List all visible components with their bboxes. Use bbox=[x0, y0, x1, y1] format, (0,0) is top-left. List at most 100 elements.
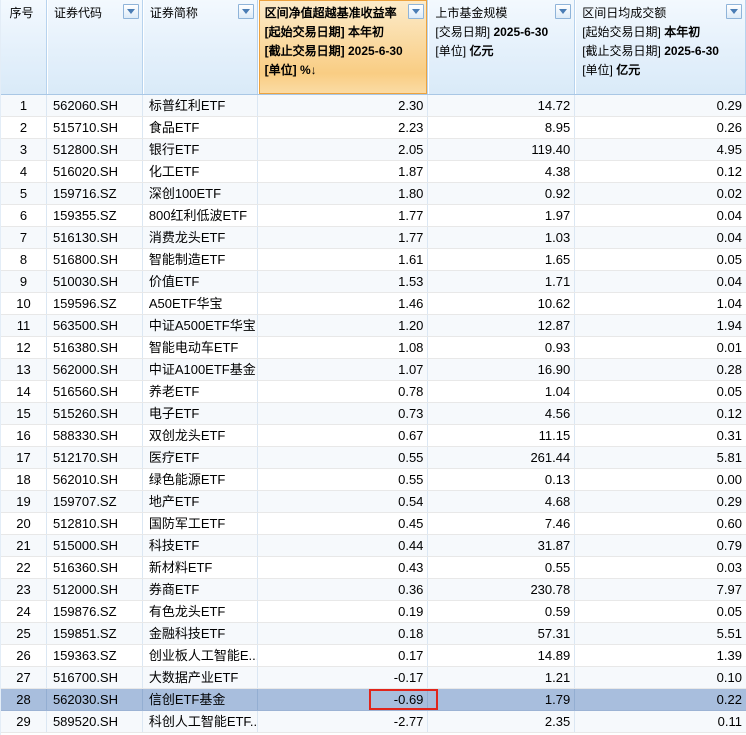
table-row[interactable]: 2515710.SH食品ETF2.238.950.26 bbox=[1, 117, 746, 139]
cell-seq: 15 bbox=[1, 403, 47, 424]
table-row[interactable]: 9510030.SH价值ETF1.531.710.04 bbox=[1, 271, 746, 293]
column-subtitle-line: [单位] %↓ bbox=[265, 61, 424, 80]
cell-name: 食品ETF bbox=[143, 117, 258, 138]
cell-name: 养老ETF bbox=[143, 381, 258, 402]
filter-dropdown-icon[interactable] bbox=[238, 4, 254, 19]
table-row[interactable]: 17512170.SH医疗ETF0.55261.445.81 bbox=[1, 447, 746, 469]
table-row[interactable]: 29589520.SH科创人工智能ETF...-2.772.350.11 bbox=[1, 711, 746, 733]
cell-seq: 26 bbox=[1, 645, 47, 666]
cell-code: 589520.SH bbox=[47, 711, 143, 732]
cell-scale: 261.44 bbox=[428, 447, 575, 468]
cell-excess: 0.36 bbox=[258, 579, 429, 600]
cell-code: 562030.SH bbox=[47, 689, 143, 710]
cell-code: 515000.SH bbox=[47, 535, 143, 556]
cell-code: 516360.SH bbox=[47, 557, 143, 578]
cell-name: 标普红利ETF bbox=[143, 95, 258, 116]
cell-excess: 1.87 bbox=[258, 161, 429, 182]
column-subtitle-line: [交易日期] 2025-6-30 bbox=[435, 23, 570, 42]
cell-excess: 0.19 bbox=[258, 601, 429, 622]
cell-scale: 11.15 bbox=[428, 425, 575, 446]
column-header-excess[interactable]: 区间净值超越基准收益率[起始交易日期] 本年初[截止交易日期] 2025-6-3… bbox=[258, 0, 429, 94]
table-row[interactable]: 8516800.SH智能制造ETF1.611.650.05 bbox=[1, 249, 746, 271]
cell-seq: 1 bbox=[1, 95, 47, 116]
table-row[interactable]: 4516020.SH化工ETF1.874.380.12 bbox=[1, 161, 746, 183]
table-row[interactable]: 21515000.SH科技ETF0.4431.870.79 bbox=[1, 535, 746, 557]
cell-name: 信创ETF基金 bbox=[143, 689, 258, 710]
cell-turnover: 0.79 bbox=[575, 535, 746, 556]
cell-seq: 13 bbox=[1, 359, 47, 380]
table-row[interactable]: 10159596.SZA50ETF华宝1.4610.621.04 bbox=[1, 293, 746, 315]
table-row[interactable]: 11563500.SH中证A500ETF华宝1.2012.871.94 bbox=[1, 315, 746, 337]
cell-seq: 3 bbox=[1, 139, 47, 160]
cell-excess: 1.80 bbox=[258, 183, 429, 204]
table-row[interactable]: 15515260.SH电子ETF0.734.560.12 bbox=[1, 403, 746, 425]
table-row[interactable]: 25159851.SZ金融科技ETF0.1857.315.51 bbox=[1, 623, 746, 645]
column-header-turnover[interactable]: 区间日均成交额[起始交易日期] 本年初[截止交易日期] 2025-6-30[单位… bbox=[575, 0, 746, 94]
cell-scale: 0.59 bbox=[428, 601, 575, 622]
table-row[interactable]: 27516700.SH大数据产业ETF-0.171.210.10 bbox=[1, 667, 746, 689]
table-row[interactable]: 5159716.SZ深创100ETF1.800.920.02 bbox=[1, 183, 746, 205]
cell-turnover: 0.12 bbox=[575, 403, 746, 424]
cell-scale: 1.04 bbox=[428, 381, 575, 402]
table-row[interactable]: 19159707.SZ地产ETF0.544.680.29 bbox=[1, 491, 746, 513]
column-subtitle-line: [起始交易日期] 本年初 bbox=[582, 23, 741, 42]
column-header-seq[interactable]: 序号 bbox=[1, 0, 47, 94]
cell-seq: 27 bbox=[1, 667, 47, 688]
cell-turnover: 0.04 bbox=[575, 227, 746, 248]
cell-seq: 6 bbox=[1, 205, 47, 226]
table-row[interactable]: 26159363.SZ创业板人工智能E...0.1714.891.39 bbox=[1, 645, 746, 667]
table-row[interactable]: 16588330.SH双创龙头ETF0.6711.150.31 bbox=[1, 425, 746, 447]
filter-dropdown-icon[interactable] bbox=[726, 4, 742, 19]
cell-code: 159363.SZ bbox=[47, 645, 143, 666]
table-row[interactable]: 7516130.SH消费龙头ETF1.771.030.04 bbox=[1, 227, 746, 249]
filter-dropdown-icon[interactable] bbox=[408, 4, 424, 19]
table-row[interactable]: 20512810.SH国防军工ETF0.457.460.60 bbox=[1, 513, 746, 535]
cell-seq: 28 bbox=[1, 689, 47, 710]
filter-dropdown-icon[interactable] bbox=[555, 4, 571, 19]
chevron-down-icon bbox=[730, 9, 738, 14]
cell-scale: 16.90 bbox=[428, 359, 575, 380]
cell-excess: 1.07 bbox=[258, 359, 429, 380]
cell-excess: 0.18 bbox=[258, 623, 429, 644]
table-row[interactable]: 3512800.SH银行ETF2.05119.404.95 bbox=[1, 139, 746, 161]
cell-excess: 1.77 bbox=[258, 227, 429, 248]
cell-turnover: 0.10 bbox=[575, 667, 746, 688]
cell-turnover: 0.03 bbox=[575, 557, 746, 578]
cell-code: 512170.SH bbox=[47, 447, 143, 468]
cell-excess: 2.30 bbox=[258, 95, 429, 116]
cell-excess: 1.77 bbox=[258, 205, 429, 226]
cell-scale: 31.87 bbox=[428, 535, 575, 556]
cell-name: 双创龙头ETF bbox=[143, 425, 258, 446]
table-row[interactable]: 23512000.SH券商ETF0.36230.787.97 bbox=[1, 579, 746, 601]
table-row[interactable]: 13562000.SH中证A100ETF基金1.0716.900.28 bbox=[1, 359, 746, 381]
cell-seq: 16 bbox=[1, 425, 47, 446]
cell-seq: 23 bbox=[1, 579, 47, 600]
table-row[interactable]: 6159355.SZ800红利低波ETF1.771.970.04 bbox=[1, 205, 746, 227]
cell-code: 510030.SH bbox=[47, 271, 143, 292]
table-row[interactable]: 12516380.SH智能电动车ETF1.080.930.01 bbox=[1, 337, 746, 359]
cell-name: 创业板人工智能E... bbox=[143, 645, 258, 666]
cell-seq: 20 bbox=[1, 513, 47, 534]
table-row[interactable]: 14516560.SH养老ETF0.781.040.05 bbox=[1, 381, 746, 403]
column-title: 区间日均成交额 bbox=[582, 4, 741, 23]
cell-excess: 1.53 bbox=[258, 271, 429, 292]
column-header-scale[interactable]: 上市基金规模[交易日期] 2025-6-30[单位] 亿元 bbox=[428, 0, 575, 94]
cell-scale: 8.95 bbox=[428, 117, 575, 138]
cell-turnover: 0.02 bbox=[575, 183, 746, 204]
table-row[interactable]: 1562060.SH标普红利ETF2.3014.720.29 bbox=[1, 95, 746, 117]
cell-turnover: 0.11 bbox=[575, 711, 746, 732]
cell-code: 516020.SH bbox=[47, 161, 143, 182]
table-row-selected[interactable]: 28562030.SH信创ETF基金-0.691.790.22 bbox=[1, 689, 746, 711]
table-row[interactable]: 18562010.SH绿色能源ETF0.550.130.00 bbox=[1, 469, 746, 491]
column-header-name[interactable]: 证券简称 bbox=[143, 0, 258, 94]
table-row[interactable]: 24159876.SZ有色龙头ETF0.190.590.05 bbox=[1, 601, 746, 623]
column-header-code[interactable]: 证券代码 bbox=[47, 0, 143, 94]
cell-name: 大数据产业ETF bbox=[143, 667, 258, 688]
cell-name: 消费龙头ETF bbox=[143, 227, 258, 248]
cell-turnover: 0.26 bbox=[575, 117, 746, 138]
table-row[interactable]: 22516360.SH新材料ETF0.430.550.03 bbox=[1, 557, 746, 579]
cell-scale: 1.21 bbox=[428, 667, 575, 688]
cell-name: 价值ETF bbox=[143, 271, 258, 292]
cell-name: 金融科技ETF bbox=[143, 623, 258, 644]
filter-dropdown-icon[interactable] bbox=[123, 4, 139, 19]
